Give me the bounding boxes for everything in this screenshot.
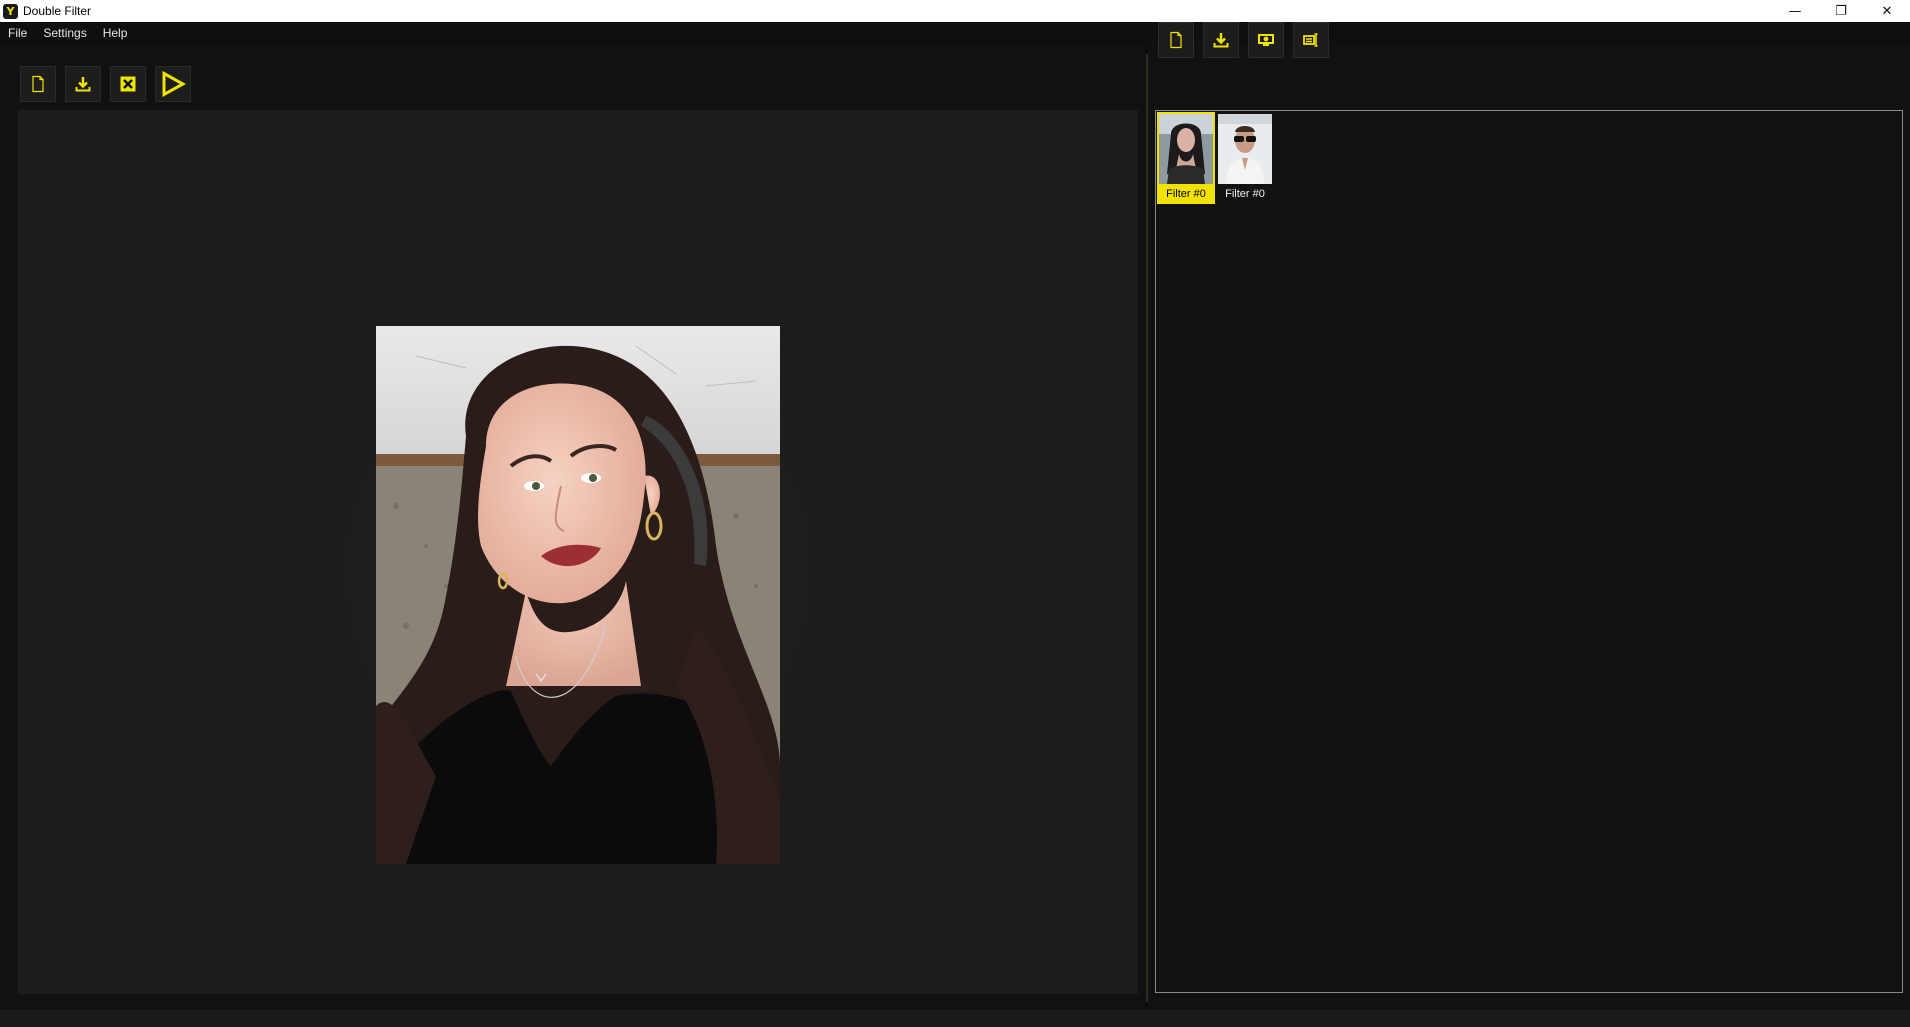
filter-thumbnail-image — [1159, 114, 1213, 184]
load-filter-button[interactable] — [1203, 22, 1239, 58]
minimize-button[interactable]: — — [1772, 0, 1818, 22]
title-bar: Y Double Filter — ❐ ✕ — [0, 0, 1910, 22]
download-icon — [1213, 33, 1229, 48]
run-filter-button[interactable] — [155, 66, 191, 102]
restore-button[interactable]: ❐ — [1818, 0, 1864, 22]
close-button[interactable]: ✕ — [1864, 0, 1910, 22]
window-controls: — ❐ ✕ — [1772, 0, 1910, 22]
batch-process-button[interactable] — [1293, 22, 1329, 58]
new-file-icon — [32, 75, 44, 93]
filter-thumbnail-image — [1218, 114, 1272, 184]
webcam-capture-icon — [1258, 34, 1274, 46]
editor-pane — [0, 44, 1146, 1010]
new-file-button[interactable] — [20, 66, 56, 102]
app-logo-icon: Y — [3, 3, 18, 19]
preview-image — [376, 326, 780, 864]
filter-thumbnail[interactable]: Filter #0 — [1216, 112, 1274, 204]
filters-toolbar — [1158, 22, 1329, 58]
menu-bar: File Settings Help — [0, 22, 1910, 44]
new-file-icon — [1170, 31, 1182, 49]
play-icon — [162, 71, 186, 97]
clear-icon — [120, 76, 136, 92]
menu-help[interactable]: Help — [95, 26, 136, 40]
menu-settings[interactable]: Settings — [35, 26, 94, 40]
status-bar — [0, 1010, 1910, 1027]
new-filter-button[interactable] — [1158, 22, 1194, 58]
filter-thumbnail[interactable]: Filter #0 — [1157, 112, 1215, 204]
clear-button[interactable] — [110, 66, 146, 102]
download-icon — [75, 77, 91, 92]
webcam-capture-button[interactable] — [1248, 22, 1284, 58]
window-title: Double Filter — [23, 4, 92, 18]
download-button[interactable] — [65, 66, 101, 102]
batch-process-icon — [1303, 33, 1318, 47]
preview-canvas — [18, 110, 1138, 994]
filter-gallery: Filter #0 Filter #0 — [1155, 110, 1903, 993]
filter-thumbnail-label: Filter #0 — [1225, 188, 1265, 200]
editor-toolbar — [20, 66, 191, 102]
filter-thumbnail-label: Filter #0 — [1166, 188, 1206, 200]
menu-file[interactable]: File — [0, 26, 35, 40]
